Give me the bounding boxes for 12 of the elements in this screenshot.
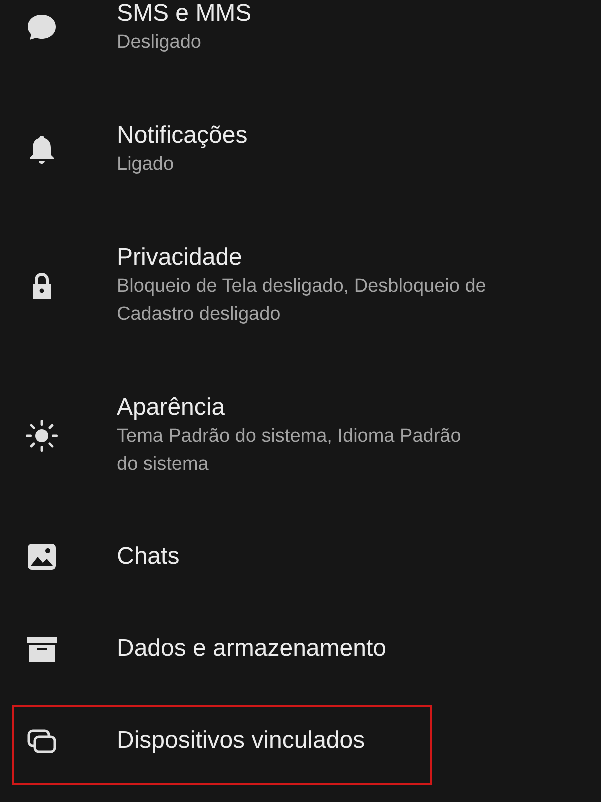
setting-title[interactable]: Privacidade: [117, 243, 486, 273]
setting-summary: Bloqueio de Tela desligado, Desbloqueio de Cadastro desligado: [117, 275, 486, 327]
setting-title[interactable]: Chats: [117, 542, 180, 572]
setting-summary: Ligado: [117, 153, 176, 177]
setting-title[interactable]: SMS e MMS: [117, 0, 252, 29]
setting-summary: Desligado: [117, 31, 202, 55]
setting-title[interactable]: Notificações: [117, 121, 248, 151]
setting-title[interactable]: Dispositivos vinculados: [117, 726, 366, 756]
setting-title[interactable]: Aparência: [117, 393, 462, 423]
sun-icon: [24, 418, 60, 454]
setting-title[interactable]: Dados e armazenamento: [117, 634, 386, 664]
setting-summary: Tema Padrão do sistema, Idioma Padrão do sistema: [117, 425, 462, 477]
